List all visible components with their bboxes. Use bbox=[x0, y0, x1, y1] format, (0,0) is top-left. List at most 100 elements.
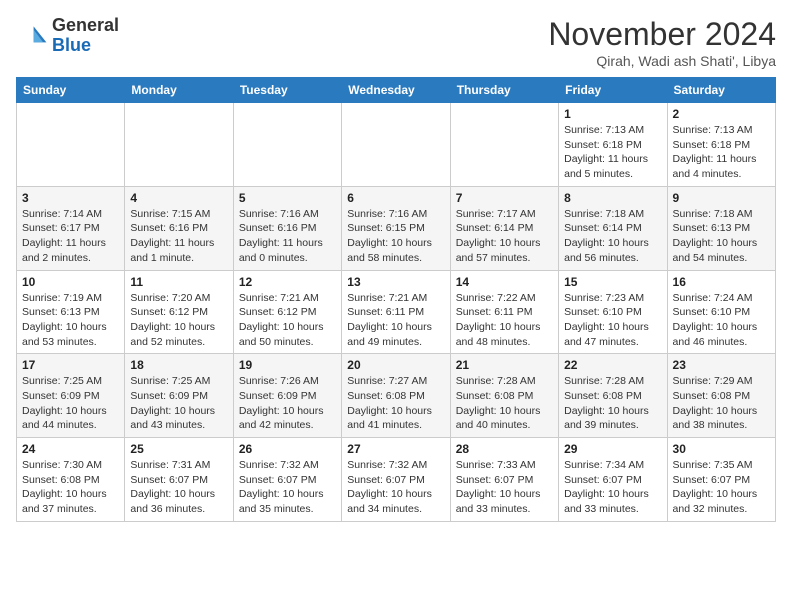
calendar-cell: 7 Sunrise: 7:17 AMSunset: 6:14 PMDaylight… bbox=[450, 186, 558, 270]
calendar-cell: 12 Sunrise: 7:21 AMSunset: 6:12 PMDayligh… bbox=[233, 270, 341, 354]
calendar-cell: 14Sunrise: 7:22 AMSunset: 6:11 PMDayligh… bbox=[450, 270, 558, 354]
day-info: Sunrise: 7:29 AMSunset: 6:08 PMDaylight:… bbox=[673, 374, 770, 433]
day-info: Sunrise: 7:19 AMSunset: 6:13 PMDaylight:… bbox=[22, 291, 119, 350]
header-cell-friday: Friday bbox=[559, 78, 667, 103]
page-header: General Blue November 2024 Qirah, Wadi a… bbox=[16, 16, 776, 69]
calendar-cell: 1 Sunrise: 7:13 AMSunset: 6:18 PMDaylight… bbox=[559, 103, 667, 187]
day-number: 10 bbox=[22, 275, 119, 289]
day-number: 4 bbox=[130, 191, 227, 205]
calendar-cell: 21Sunrise: 7:28 AMSunset: 6:08 PMDayligh… bbox=[450, 354, 558, 438]
day-info: Sunrise: 7:31 AMSunset: 6:07 PMDaylight:… bbox=[130, 458, 227, 517]
header-cell-saturday: Saturday bbox=[667, 78, 775, 103]
day-info: Sunrise: 7:30 AMSunset: 6:08 PMDaylight:… bbox=[22, 458, 119, 517]
calendar-cell: 2 Sunrise: 7:13 AMSunset: 6:18 PMDaylight… bbox=[667, 103, 775, 187]
calendar-cell: 26 Sunrise: 7:32 AMSunset: 6:07 PMDayligh… bbox=[233, 438, 341, 522]
calendar-body: 1 Sunrise: 7:13 AMSunset: 6:18 PMDaylight… bbox=[17, 103, 776, 522]
calendar-cell: 25 Sunrise: 7:31 AMSunset: 6:07 PMDayligh… bbox=[125, 438, 233, 522]
logo: General Blue bbox=[16, 16, 119, 56]
calendar-cell: 8Sunrise: 7:18 AMSunset: 6:14 PMDaylight… bbox=[559, 186, 667, 270]
day-info: Sunrise: 7:32 AMSunset: 6:07 PMDaylight:… bbox=[347, 458, 444, 517]
calendar-cell: 27 Sunrise: 7:32 AMSunset: 6:07 PMDayligh… bbox=[342, 438, 450, 522]
calendar-week-2: 3 Sunrise: 7:14 AMSunset: 6:17 PMDaylight… bbox=[17, 186, 776, 270]
title-area: November 2024 Qirah, Wadi ash Shati', Li… bbox=[548, 16, 776, 69]
day-info: Sunrise: 7:25 AMSunset: 6:09 PMDaylight:… bbox=[130, 374, 227, 433]
day-number: 28 bbox=[456, 442, 553, 456]
day-number: 3 bbox=[22, 191, 119, 205]
day-info: Sunrise: 7:25 AMSunset: 6:09 PMDaylight:… bbox=[22, 374, 119, 433]
day-info: Sunrise: 7:13 AMSunset: 6:18 PMDaylight:… bbox=[673, 123, 770, 182]
day-number: 5 bbox=[239, 191, 336, 205]
calendar-cell: 13 Sunrise: 7:21 AMSunset: 6:11 PMDayligh… bbox=[342, 270, 450, 354]
day-info: Sunrise: 7:18 AMSunset: 6:14 PMDaylight:… bbox=[564, 207, 661, 266]
calendar-cell: 30 Sunrise: 7:35 AMSunset: 6:07 PMDayligh… bbox=[667, 438, 775, 522]
calendar-cell: 16 Sunrise: 7:24 AMSunset: 6:10 PMDayligh… bbox=[667, 270, 775, 354]
calendar-cell: 19 Sunrise: 7:26 AMSunset: 6:09 PMDayligh… bbox=[233, 354, 341, 438]
day-number: 6 bbox=[347, 191, 444, 205]
calendar-cell: 15 Sunrise: 7:23 AMSunset: 6:10 PMDayligh… bbox=[559, 270, 667, 354]
day-info: Sunrise: 7:24 AMSunset: 6:10 PMDaylight:… bbox=[673, 291, 770, 350]
day-number: 24 bbox=[22, 442, 119, 456]
day-info: Sunrise: 7:35 AMSunset: 6:07 PMDaylight:… bbox=[673, 458, 770, 517]
calendar-cell bbox=[450, 103, 558, 187]
day-number: 27 bbox=[347, 442, 444, 456]
calendar-cell: 4 Sunrise: 7:15 AMSunset: 6:16 PMDaylight… bbox=[125, 186, 233, 270]
calendar-cell: 3 Sunrise: 7:14 AMSunset: 6:17 PMDaylight… bbox=[17, 186, 125, 270]
day-info: Sunrise: 7:34 AMSunset: 6:07 PMDaylight:… bbox=[564, 458, 661, 517]
calendar-cell: 6Sunrise: 7:16 AMSunset: 6:15 PMDaylight… bbox=[342, 186, 450, 270]
day-info: Sunrise: 7:27 AMSunset: 6:08 PMDaylight:… bbox=[347, 374, 444, 433]
day-info: Sunrise: 7:15 AMSunset: 6:16 PMDaylight:… bbox=[130, 207, 227, 266]
day-info: Sunrise: 7:28 AMSunset: 6:08 PMDaylight:… bbox=[564, 374, 661, 433]
calendar-table: SundayMondayTuesdayWednesdayThursdayFrid… bbox=[16, 77, 776, 522]
header-cell-wednesday: Wednesday bbox=[342, 78, 450, 103]
day-number: 16 bbox=[673, 275, 770, 289]
calendar-cell: 22Sunrise: 7:28 AMSunset: 6:08 PMDayligh… bbox=[559, 354, 667, 438]
logo-text: General Blue bbox=[52, 16, 119, 56]
day-number: 23 bbox=[673, 358, 770, 372]
calendar-cell: 17 Sunrise: 7:25 AMSunset: 6:09 PMDayligh… bbox=[17, 354, 125, 438]
calendar-cell: 9Sunrise: 7:18 AMSunset: 6:13 PMDaylight… bbox=[667, 186, 775, 270]
day-number: 1 bbox=[564, 107, 661, 121]
calendar-cell: 29 Sunrise: 7:34 AMSunset: 6:07 PMDayligh… bbox=[559, 438, 667, 522]
calendar-week-3: 10 Sunrise: 7:19 AMSunset: 6:13 PMDayligh… bbox=[17, 270, 776, 354]
calendar-cell: 18 Sunrise: 7:25 AMSunset: 6:09 PMDayligh… bbox=[125, 354, 233, 438]
day-number: 7 bbox=[456, 191, 553, 205]
day-info: Sunrise: 7:23 AMSunset: 6:10 PMDaylight:… bbox=[564, 291, 661, 350]
header-cell-monday: Monday bbox=[125, 78, 233, 103]
header-cell-tuesday: Tuesday bbox=[233, 78, 341, 103]
day-number: 19 bbox=[239, 358, 336, 372]
day-number: 11 bbox=[130, 275, 227, 289]
calendar-cell bbox=[125, 103, 233, 187]
calendar-cell: 5Sunrise: 7:16 AMSunset: 6:16 PMDaylight… bbox=[233, 186, 341, 270]
calendar-cell: 28Sunrise: 7:33 AMSunset: 6:07 PMDayligh… bbox=[450, 438, 558, 522]
day-number: 21 bbox=[456, 358, 553, 372]
calendar-week-5: 24 Sunrise: 7:30 AMSunset: 6:08 PMDayligh… bbox=[17, 438, 776, 522]
day-info: Sunrise: 7:21 AMSunset: 6:11 PMDaylight:… bbox=[347, 291, 444, 350]
calendar-week-4: 17 Sunrise: 7:25 AMSunset: 6:09 PMDayligh… bbox=[17, 354, 776, 438]
day-number: 30 bbox=[673, 442, 770, 456]
day-number: 15 bbox=[564, 275, 661, 289]
day-info: Sunrise: 7:22 AMSunset: 6:11 PMDaylight:… bbox=[456, 291, 553, 350]
day-number: 26 bbox=[239, 442, 336, 456]
day-number: 18 bbox=[130, 358, 227, 372]
day-info: Sunrise: 7:18 AMSunset: 6:13 PMDaylight:… bbox=[673, 207, 770, 266]
day-info: Sunrise: 7:32 AMSunset: 6:07 PMDaylight:… bbox=[239, 458, 336, 517]
day-number: 13 bbox=[347, 275, 444, 289]
day-info: Sunrise: 7:26 AMSunset: 6:09 PMDaylight:… bbox=[239, 374, 336, 433]
calendar-cell: 20Sunrise: 7:27 AMSunset: 6:08 PMDayligh… bbox=[342, 354, 450, 438]
day-info: Sunrise: 7:21 AMSunset: 6:12 PMDaylight:… bbox=[239, 291, 336, 350]
day-number: 17 bbox=[22, 358, 119, 372]
day-number: 12 bbox=[239, 275, 336, 289]
calendar-cell: 11 Sunrise: 7:20 AMSunset: 6:12 PMDayligh… bbox=[125, 270, 233, 354]
day-info: Sunrise: 7:13 AMSunset: 6:18 PMDaylight:… bbox=[564, 123, 661, 182]
day-number: 29 bbox=[564, 442, 661, 456]
logo-icon bbox=[16, 20, 48, 52]
calendar-week-1: 1 Sunrise: 7:13 AMSunset: 6:18 PMDaylight… bbox=[17, 103, 776, 187]
day-info: Sunrise: 7:14 AMSunset: 6:17 PMDaylight:… bbox=[22, 207, 119, 266]
day-number: 25 bbox=[130, 442, 227, 456]
day-number: 2 bbox=[673, 107, 770, 121]
header-cell-thursday: Thursday bbox=[450, 78, 558, 103]
day-info: Sunrise: 7:20 AMSunset: 6:12 PMDaylight:… bbox=[130, 291, 227, 350]
month-title: November 2024 bbox=[548, 16, 776, 53]
calendar-cell bbox=[233, 103, 341, 187]
day-info: Sunrise: 7:17 AMSunset: 6:14 PMDaylight:… bbox=[456, 207, 553, 266]
